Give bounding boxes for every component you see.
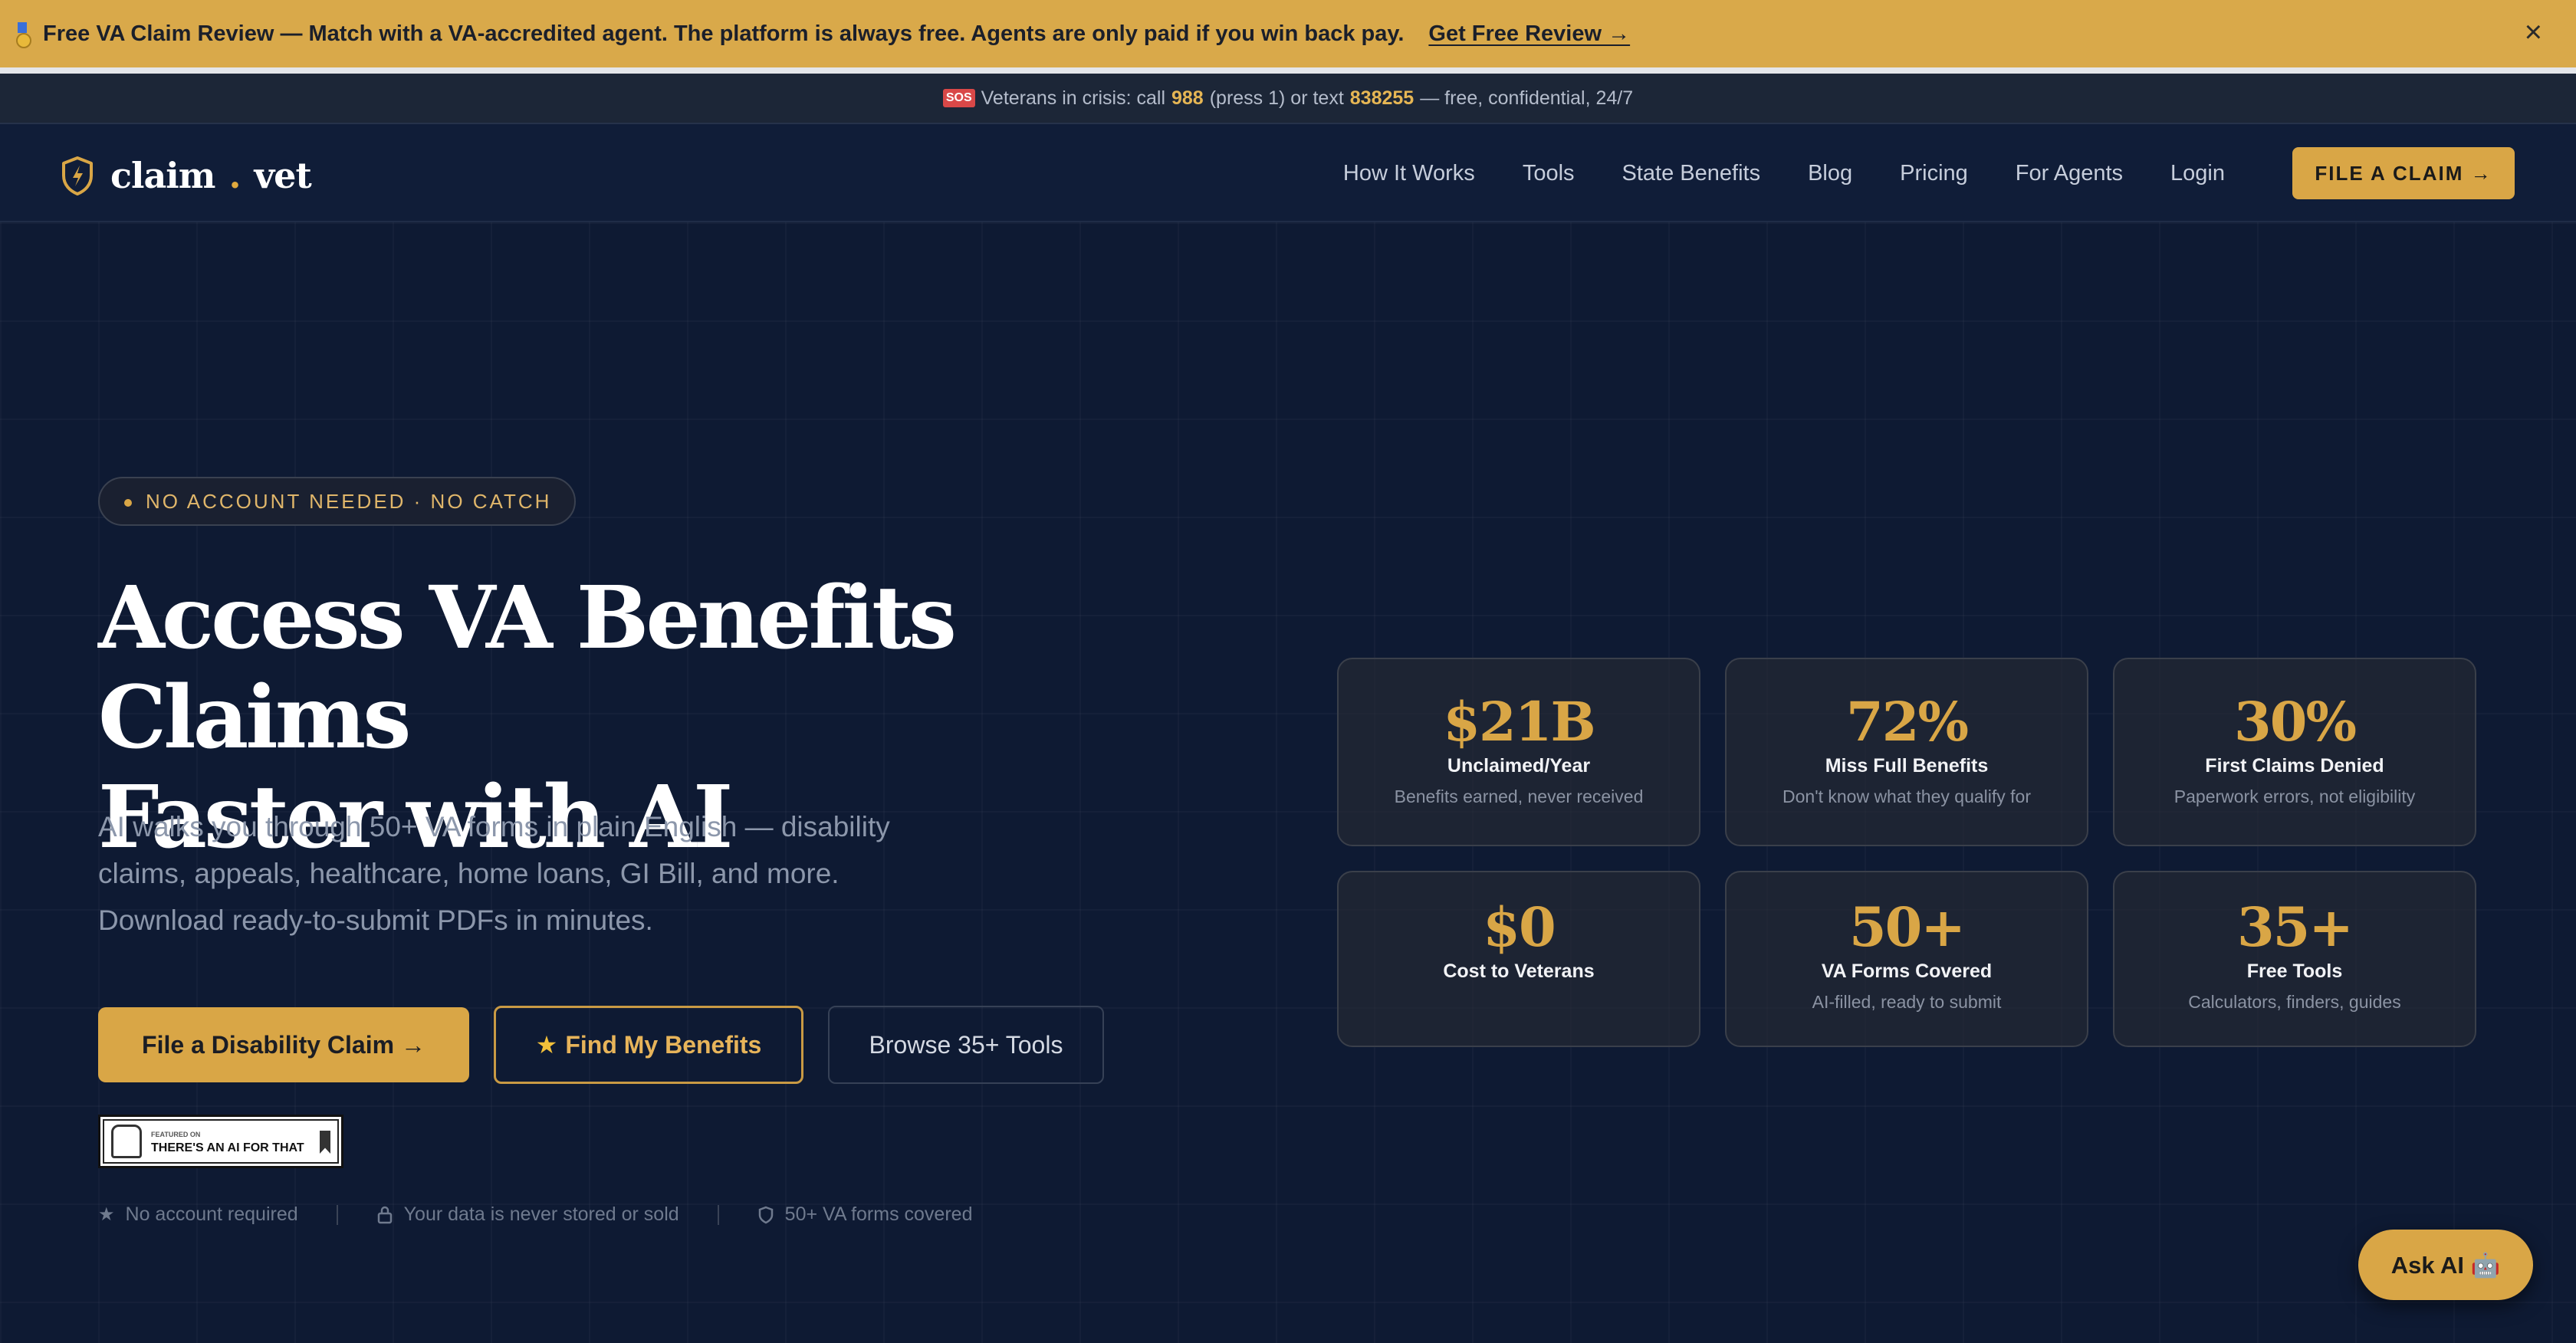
stat-label: Free Tools <box>2246 960 2343 982</box>
trust-no-account: No account required <box>125 1203 298 1225</box>
logo-claim: claim <box>110 155 215 196</box>
bookmark-icon <box>320 1131 330 1154</box>
nav-how-it-works[interactable]: How It Works <box>1343 161 1475 186</box>
stat-value: 72% <box>1846 690 1969 754</box>
nav-pricing[interactable]: Pricing <box>1900 161 1968 186</box>
get-free-review-link[interactable]: Get Free Review → <box>1428 21 1630 47</box>
stat-note: Don't know what they qualify for <box>1783 786 2031 806</box>
star-icon: ★ <box>535 1031 558 1059</box>
banner-divider <box>0 67 2576 74</box>
stat-value: 35+ <box>2236 895 2354 959</box>
featured-name: THERE'S AN AI FOR THAT <box>151 1141 304 1154</box>
nav-links: How It Works Tools State Benefits Blog P… <box>1296 161 2225 186</box>
stat-note: AI-filled, ready to submit <box>1812 992 2002 1012</box>
trust-data-never-stored: Your data is never stored or sold <box>403 1203 679 1225</box>
trust-forms-covered: 50+ VA forms covered <box>784 1203 973 1225</box>
shield-icon <box>758 1206 773 1223</box>
trust-item: Your data is never stored or sold <box>376 1203 679 1226</box>
nav-blog[interactable]: Blog <box>1808 161 1852 186</box>
browse-tools-button[interactable]: Browse 35+ Tools <box>828 1006 1104 1084</box>
find-my-benefits-button[interactable]: ★ Find My Benefits <box>494 1006 803 1084</box>
stat-note: Benefits earned, never received <box>1394 786 1644 806</box>
crisis-middle: (press 1) or text <box>1209 87 1344 109</box>
find-my-benefits-label: Find My Benefits <box>565 1030 762 1059</box>
crisis-call-number[interactable]: 988 <box>1171 87 1204 110</box>
logo-vet: vet <box>254 155 311 196</box>
stat-label: First Claims Denied <box>2205 755 2384 777</box>
robot-arm-icon <box>111 1125 142 1158</box>
stat-card: $21B Unclaimed/Year Benefits earned, nev… <box>1337 658 1700 846</box>
shield-bolt-icon <box>62 156 93 195</box>
trust-row: ★ No account required Your data is never… <box>98 1203 972 1226</box>
sos-icon: SOS <box>942 89 975 107</box>
stat-card: 30% First Claims Denied Paperwork errors… <box>2113 658 2476 846</box>
featured-badge[interactable]: FEATURED ON THERE'S AN AI FOR THAT <box>98 1115 343 1168</box>
crisis-suffix: — free, confidential, 24/7 <box>1420 87 1634 109</box>
divider <box>717 1204 719 1225</box>
crisis-prefix: Veterans in crisis: call <box>981 87 1165 109</box>
stat-value: $21B <box>1443 690 1595 754</box>
stat-label: VA Forms Covered <box>1821 960 1993 982</box>
promo-text: Free VA Claim Review — Match with a VA-a… <box>43 21 1405 46</box>
stat-card: 35+ Free Tools Calculators, finders, gui… <box>2113 871 2476 1047</box>
hero-badge: NO ACCOUNT NEEDED · NO CATCH <box>98 477 577 526</box>
stat-label: Unclaimed/Year <box>1447 755 1591 777</box>
featured-text: FEATURED ON THERE'S AN AI FOR THAT <box>151 1128 304 1155</box>
file-a-claim-button[interactable]: FILE A CLAIM → <box>2292 147 2515 199</box>
stat-value: 30% <box>2234 690 2357 754</box>
stat-value: $0 <box>1483 895 1556 959</box>
nav-for-agents[interactable]: For Agents <box>2016 161 2123 186</box>
stat-note: Paperwork errors, not eligibility <box>2174 786 2416 806</box>
divider <box>336 1204 338 1225</box>
stat-card: 72% Miss Full Benefits Don't know what t… <box>1725 658 2088 846</box>
stat-value: 50+ <box>1848 895 1966 959</box>
lock-icon <box>377 1206 392 1223</box>
logo-text: claim. vet <box>110 155 312 196</box>
headline-line-1: Access VA Benefits Claims <box>98 568 957 768</box>
ask-ai-button[interactable]: Ask AI 🤖 <box>2358 1230 2533 1300</box>
top-nav: claim. vet How It Works Tools State Benef… <box>0 124 2576 222</box>
nav-state-benefits[interactable]: State Benefits <box>1622 161 1761 186</box>
stat-card: $0 Cost to Veterans <box>1337 871 1700 1047</box>
medal-icon <box>15 22 31 48</box>
hero-subtitle: AI walks you through 50+ VA forms in pla… <box>98 811 890 936</box>
trust-item: ★ No account required <box>98 1203 298 1226</box>
logo-dot: . <box>228 155 241 196</box>
stat-label: Miss Full Benefits <box>1825 755 1989 777</box>
logo[interactable]: claim. vet <box>60 155 312 196</box>
stat-label: Cost to Veterans <box>1443 960 1595 982</box>
trust-item: 50+ VA forms covered <box>757 1203 973 1226</box>
crisis-text-number[interactable]: 838255 <box>1350 87 1414 110</box>
nav-login[interactable]: Login <box>2170 161 2225 186</box>
file-disability-claim-button[interactable]: File a Disability Claim → <box>98 1007 469 1082</box>
stat-card: 50+ VA Forms Covered AI-filled, ready to… <box>1725 871 2088 1047</box>
featured-small: FEATURED ON <box>151 1131 201 1138</box>
star-icon: ★ <box>98 1204 115 1225</box>
stat-note: Calculators, finders, guides <box>2188 992 2401 1012</box>
nav-tools[interactable]: Tools <box>1523 161 1575 186</box>
close-icon[interactable]: × <box>2525 17 2542 48</box>
promo-banner: Free VA Claim Review — Match with a VA-a… <box>0 0 2576 67</box>
crisis-bar: SOS Veterans in crisis: call 988 (press … <box>0 74 2576 124</box>
